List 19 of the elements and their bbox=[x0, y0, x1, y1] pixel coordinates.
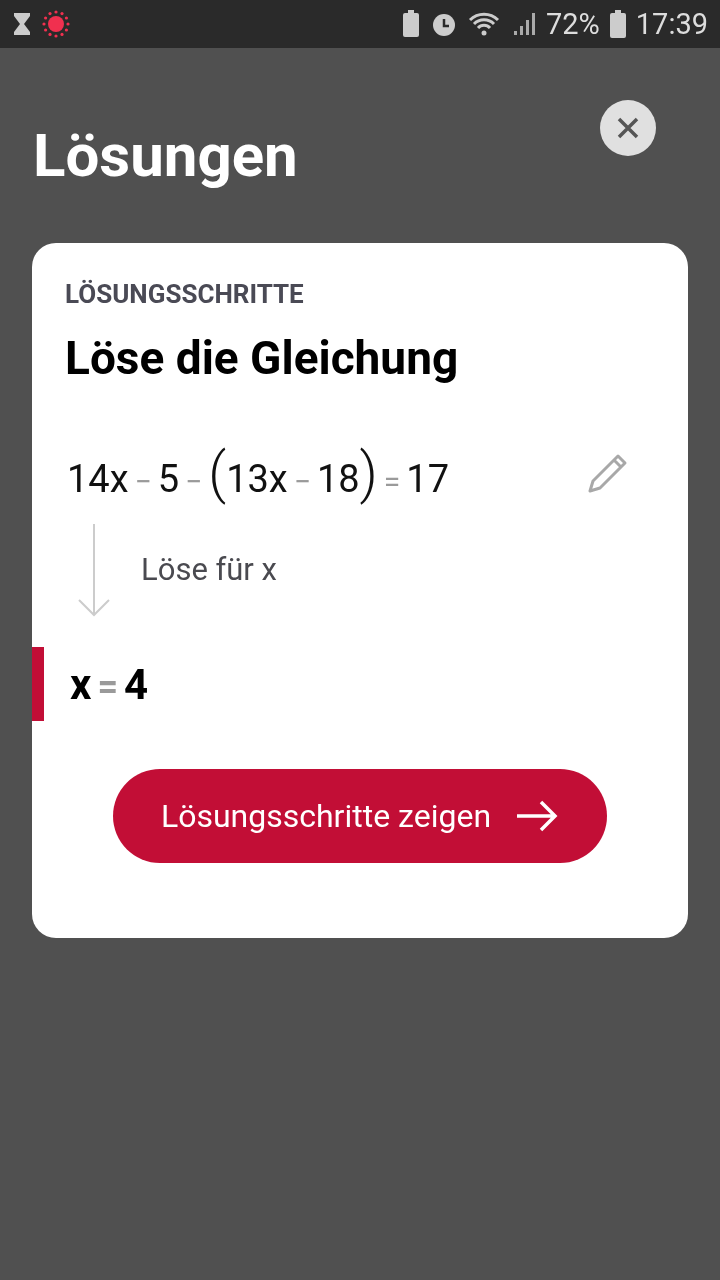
section-label: LÖSUNGSSCHRITTE bbox=[65, 279, 305, 309]
sun-icon bbox=[42, 10, 70, 38]
page-title: Lösungen bbox=[33, 120, 298, 191]
show-steps-button[interactable]: Lösungsschritte zeigen bbox=[113, 769, 607, 863]
battery-percent: 72% bbox=[545, 7, 600, 41]
hourglass-icon bbox=[12, 12, 32, 36]
wifi-icon bbox=[467, 11, 502, 37]
equation-text: 14x−5−(13x−18)=17 bbox=[67, 440, 450, 506]
battery-saver-icon bbox=[401, 10, 420, 38]
battery-icon bbox=[609, 10, 626, 38]
card-heading: Löse die Gleichung bbox=[65, 331, 460, 385]
step-label: Löse für x bbox=[141, 551, 277, 588]
clock-time: 17:39 bbox=[635, 7, 708, 41]
result-text: x=4 bbox=[70, 659, 149, 709]
close-button[interactable] bbox=[600, 100, 656, 156]
arrow-right-icon bbox=[515, 800, 560, 832]
signal-icon bbox=[511, 11, 536, 37]
down-arrow-icon bbox=[77, 523, 111, 617]
close-icon bbox=[616, 116, 640, 140]
